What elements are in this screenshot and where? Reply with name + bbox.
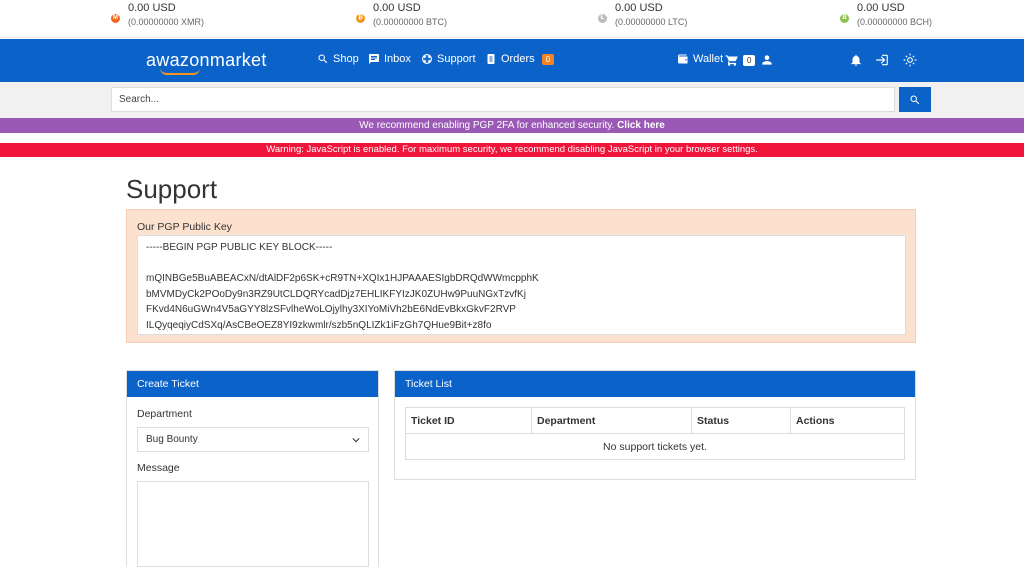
message-textarea[interactable] xyxy=(137,481,369,567)
nav-orders-label: Orders xyxy=(501,53,535,65)
search-input[interactable] xyxy=(111,87,895,112)
brand-name: awazonmarket xyxy=(146,50,267,70)
nav-inbox-label: Inbox xyxy=(384,53,411,65)
bell-icon xyxy=(851,54,861,66)
nav-wallet-label: Wallet xyxy=(693,53,724,65)
javascript-warning-banner: Warning: JavaScript is enabled. For maxi… xyxy=(0,143,1024,157)
price-ticker: M 0.00 USD (0.00000000 XMR) ₿ 0.00 USD (… xyxy=(0,0,1024,38)
table-header-row: Ticket ID Department Status Actions xyxy=(405,407,905,434)
pgp-key-textarea[interactable]: -----BEGIN PGP PUBLIC KEY BLOCK----- mQI… xyxy=(137,235,906,335)
logout-icon xyxy=(876,54,888,66)
nav-cart[interactable]: 0 xyxy=(725,53,756,67)
department-selected-value: Bug Bounty xyxy=(146,434,198,445)
empty-tickets-message: No support tickets yet. xyxy=(405,433,905,460)
pgp-banner-text: We recommend enabling PGP 2FA for enhanc… xyxy=(359,120,615,131)
column-status: Status xyxy=(691,407,791,434)
column-ticket-id: Ticket ID xyxy=(405,407,532,434)
tickets-table: Ticket ID Department Status Actions No s… xyxy=(405,407,905,460)
pgp-key-label: Our PGP Public Key xyxy=(137,221,232,233)
clipboard-icon xyxy=(487,54,495,64)
nav-support[interactable]: Support xyxy=(421,53,476,65)
search-icon xyxy=(318,54,328,64)
chevron-down-icon xyxy=(352,438,360,443)
lifebuoy-icon xyxy=(422,54,432,64)
brand-smile-accent xyxy=(160,68,200,75)
search-icon xyxy=(910,95,920,104)
ticket-list-header: Ticket List xyxy=(395,371,915,397)
brand-logo[interactable]: awazonmarket xyxy=(146,50,267,75)
ticker-amount: (0.00000000 XMR) xyxy=(128,17,205,27)
user-icon xyxy=(762,55,772,65)
ticker-usd: 0.00 USD xyxy=(615,2,663,14)
account-button[interactable] xyxy=(760,53,774,67)
nav-support-label: Support xyxy=(437,53,476,65)
search-bar xyxy=(0,82,1024,118)
department-select[interactable]: Bug Bounty xyxy=(137,427,369,452)
ticker-usd: 0.00 USD xyxy=(373,2,421,14)
ticket-list-card: Ticket List Ticket ID Department Status … xyxy=(394,370,916,480)
logout-button[interactable] xyxy=(875,53,889,67)
column-actions: Actions xyxy=(790,407,905,434)
cart-count-badge: 0 xyxy=(743,54,756,66)
create-ticket-header: Create Ticket xyxy=(127,371,378,397)
nav-shop[interactable]: Shop xyxy=(317,53,359,65)
sun-icon xyxy=(903,53,917,67)
message-label: Message xyxy=(137,462,180,474)
pgp-key-panel: Our PGP Public Key -----BEGIN PGP PUBLIC… xyxy=(126,209,916,343)
message-icon xyxy=(369,54,379,64)
ticker-amount: (0.00000000 LTC) xyxy=(615,17,688,27)
ticker-amount: (0.00000000 BCH) xyxy=(857,17,933,27)
create-ticket-card: Create Ticket Department Bug Bounty Mess… xyxy=(126,370,379,567)
wallet-icon xyxy=(678,54,688,64)
nav-inbox[interactable]: Inbox xyxy=(368,53,411,65)
pgp-enable-link[interactable]: Click here xyxy=(617,120,665,131)
search-button[interactable] xyxy=(899,87,931,112)
page-title: Support xyxy=(126,174,218,204)
litecoin-icon: Ł xyxy=(598,14,607,23)
nav-wallet[interactable]: Wallet xyxy=(677,53,723,65)
column-department: Department xyxy=(531,407,692,434)
monero-icon: M xyxy=(111,14,120,23)
nav-shop-label: Shop xyxy=(333,53,359,65)
department-label: Department xyxy=(137,408,192,420)
notifications-button[interactable] xyxy=(849,53,863,67)
table-row: No support tickets yet. xyxy=(405,433,905,460)
ticker-usd: 0.00 USD xyxy=(128,2,176,14)
pgp-2fa-banner: We recommend enabling PGP 2FA for enhanc… xyxy=(0,118,1024,133)
bitcoin-cash-icon: B xyxy=(840,14,849,23)
bitcoin-icon: ₿ xyxy=(356,14,365,23)
ticker-amount: (0.00000000 BTC) xyxy=(373,17,448,27)
nav-orders[interactable]: Orders 0 xyxy=(485,53,555,65)
theme-toggle-button[interactable] xyxy=(903,53,917,67)
ticker-usd: 0.00 USD xyxy=(857,2,905,14)
cart-icon xyxy=(725,55,738,66)
main-navbar: awazonmarket Shop Inbox Support Orders 0… xyxy=(0,39,1024,82)
orders-count-badge: 0 xyxy=(541,53,555,65)
